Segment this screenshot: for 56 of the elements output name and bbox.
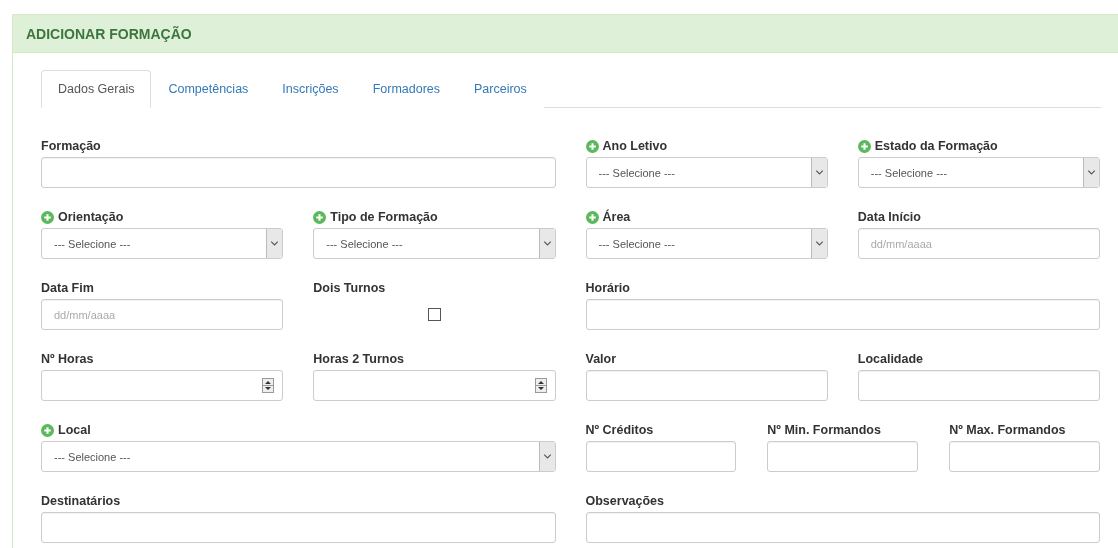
field-label: Destinatários <box>41 494 121 508</box>
field-label: Data Fim <box>41 281 94 295</box>
field-label: Tipo de Formação <box>330 210 438 224</box>
text-field[interactable] <box>585 370 828 401</box>
chevron-down-icon[interactable] <box>1083 158 1099 187</box>
field-label: Área <box>602 210 631 224</box>
text-field[interactable] <box>585 512 1100 543</box>
plus-circle-icon[interactable] <box>585 210 599 224</box>
spinner-icon[interactable] <box>534 378 547 393</box>
chevron-down-icon[interactable] <box>266 229 283 258</box>
plus-circle-icon[interactable] <box>313 210 327 224</box>
text-field[interactable] <box>41 157 556 188</box>
panel-title: ADICIONAR FORMAÇÃO <box>26 25 192 42</box>
plus-circle-icon[interactable] <box>857 139 871 153</box>
text-field[interactable] <box>857 370 1100 401</box>
number-field[interactable] <box>313 370 556 401</box>
text-field[interactable] <box>585 299 1100 330</box>
field-label: Ano Letivo <box>602 139 668 153</box>
select-field[interactable]: --- Selecione --- <box>41 441 556 472</box>
field-label: Nº Horas <box>41 352 94 366</box>
field-label: Formação <box>41 139 101 153</box>
text-field[interactable] <box>767 441 919 472</box>
field-label: Nº Max. Formandos <box>949 423 1066 437</box>
text-field[interactable] <box>949 441 1100 472</box>
field-label: Valor <box>585 352 617 366</box>
field-label: Localidade <box>857 352 924 366</box>
chevron-down-icon[interactable] <box>810 158 827 187</box>
spinner-icon[interactable] <box>262 378 275 393</box>
number-field[interactable] <box>41 370 284 401</box>
field-label: Orientação <box>58 210 124 224</box>
field-label: Local <box>58 423 91 437</box>
field-label: Nº Min. Formandos <box>767 423 881 437</box>
field-label: Data Início <box>857 210 921 224</box>
select-field[interactable]: --- Selecione --- <box>41 228 284 259</box>
plus-circle-icon[interactable] <box>585 139 599 153</box>
date-field[interactable]: dd/mm/aaaa <box>857 228 1100 259</box>
text-field[interactable] <box>585 441 737 472</box>
plus-circle-icon[interactable] <box>41 210 54 224</box>
field-label: Horas 2 Turnos <box>313 352 404 366</box>
select-field[interactable]: --- Selecione --- <box>585 228 828 259</box>
field-label: Horário <box>585 281 630 295</box>
select-field[interactable]: --- Selecione --- <box>585 157 828 188</box>
field-label: Nº Créditos <box>585 423 654 437</box>
select-field[interactable]: --- Selecione --- <box>313 228 556 259</box>
chevron-down-icon[interactable] <box>538 229 555 258</box>
chevron-down-icon[interactable] <box>810 229 827 258</box>
field-label: Observações <box>585 494 665 508</box>
field-label: Estado da Formação <box>874 139 998 153</box>
chevron-down-icon[interactable] <box>538 442 555 471</box>
tab[interactable]: Dados Gerais <box>41 70 152 108</box>
checkbox[interactable] <box>427 308 441 321</box>
plus-circle-icon[interactable] <box>41 423 54 437</box>
field-label: Dois Turnos <box>313 281 386 295</box>
date-field[interactable]: dd/mm/aaaa <box>41 299 284 330</box>
text-field[interactable] <box>41 512 556 543</box>
select-field[interactable]: --- Selecione --- <box>857 157 1100 188</box>
